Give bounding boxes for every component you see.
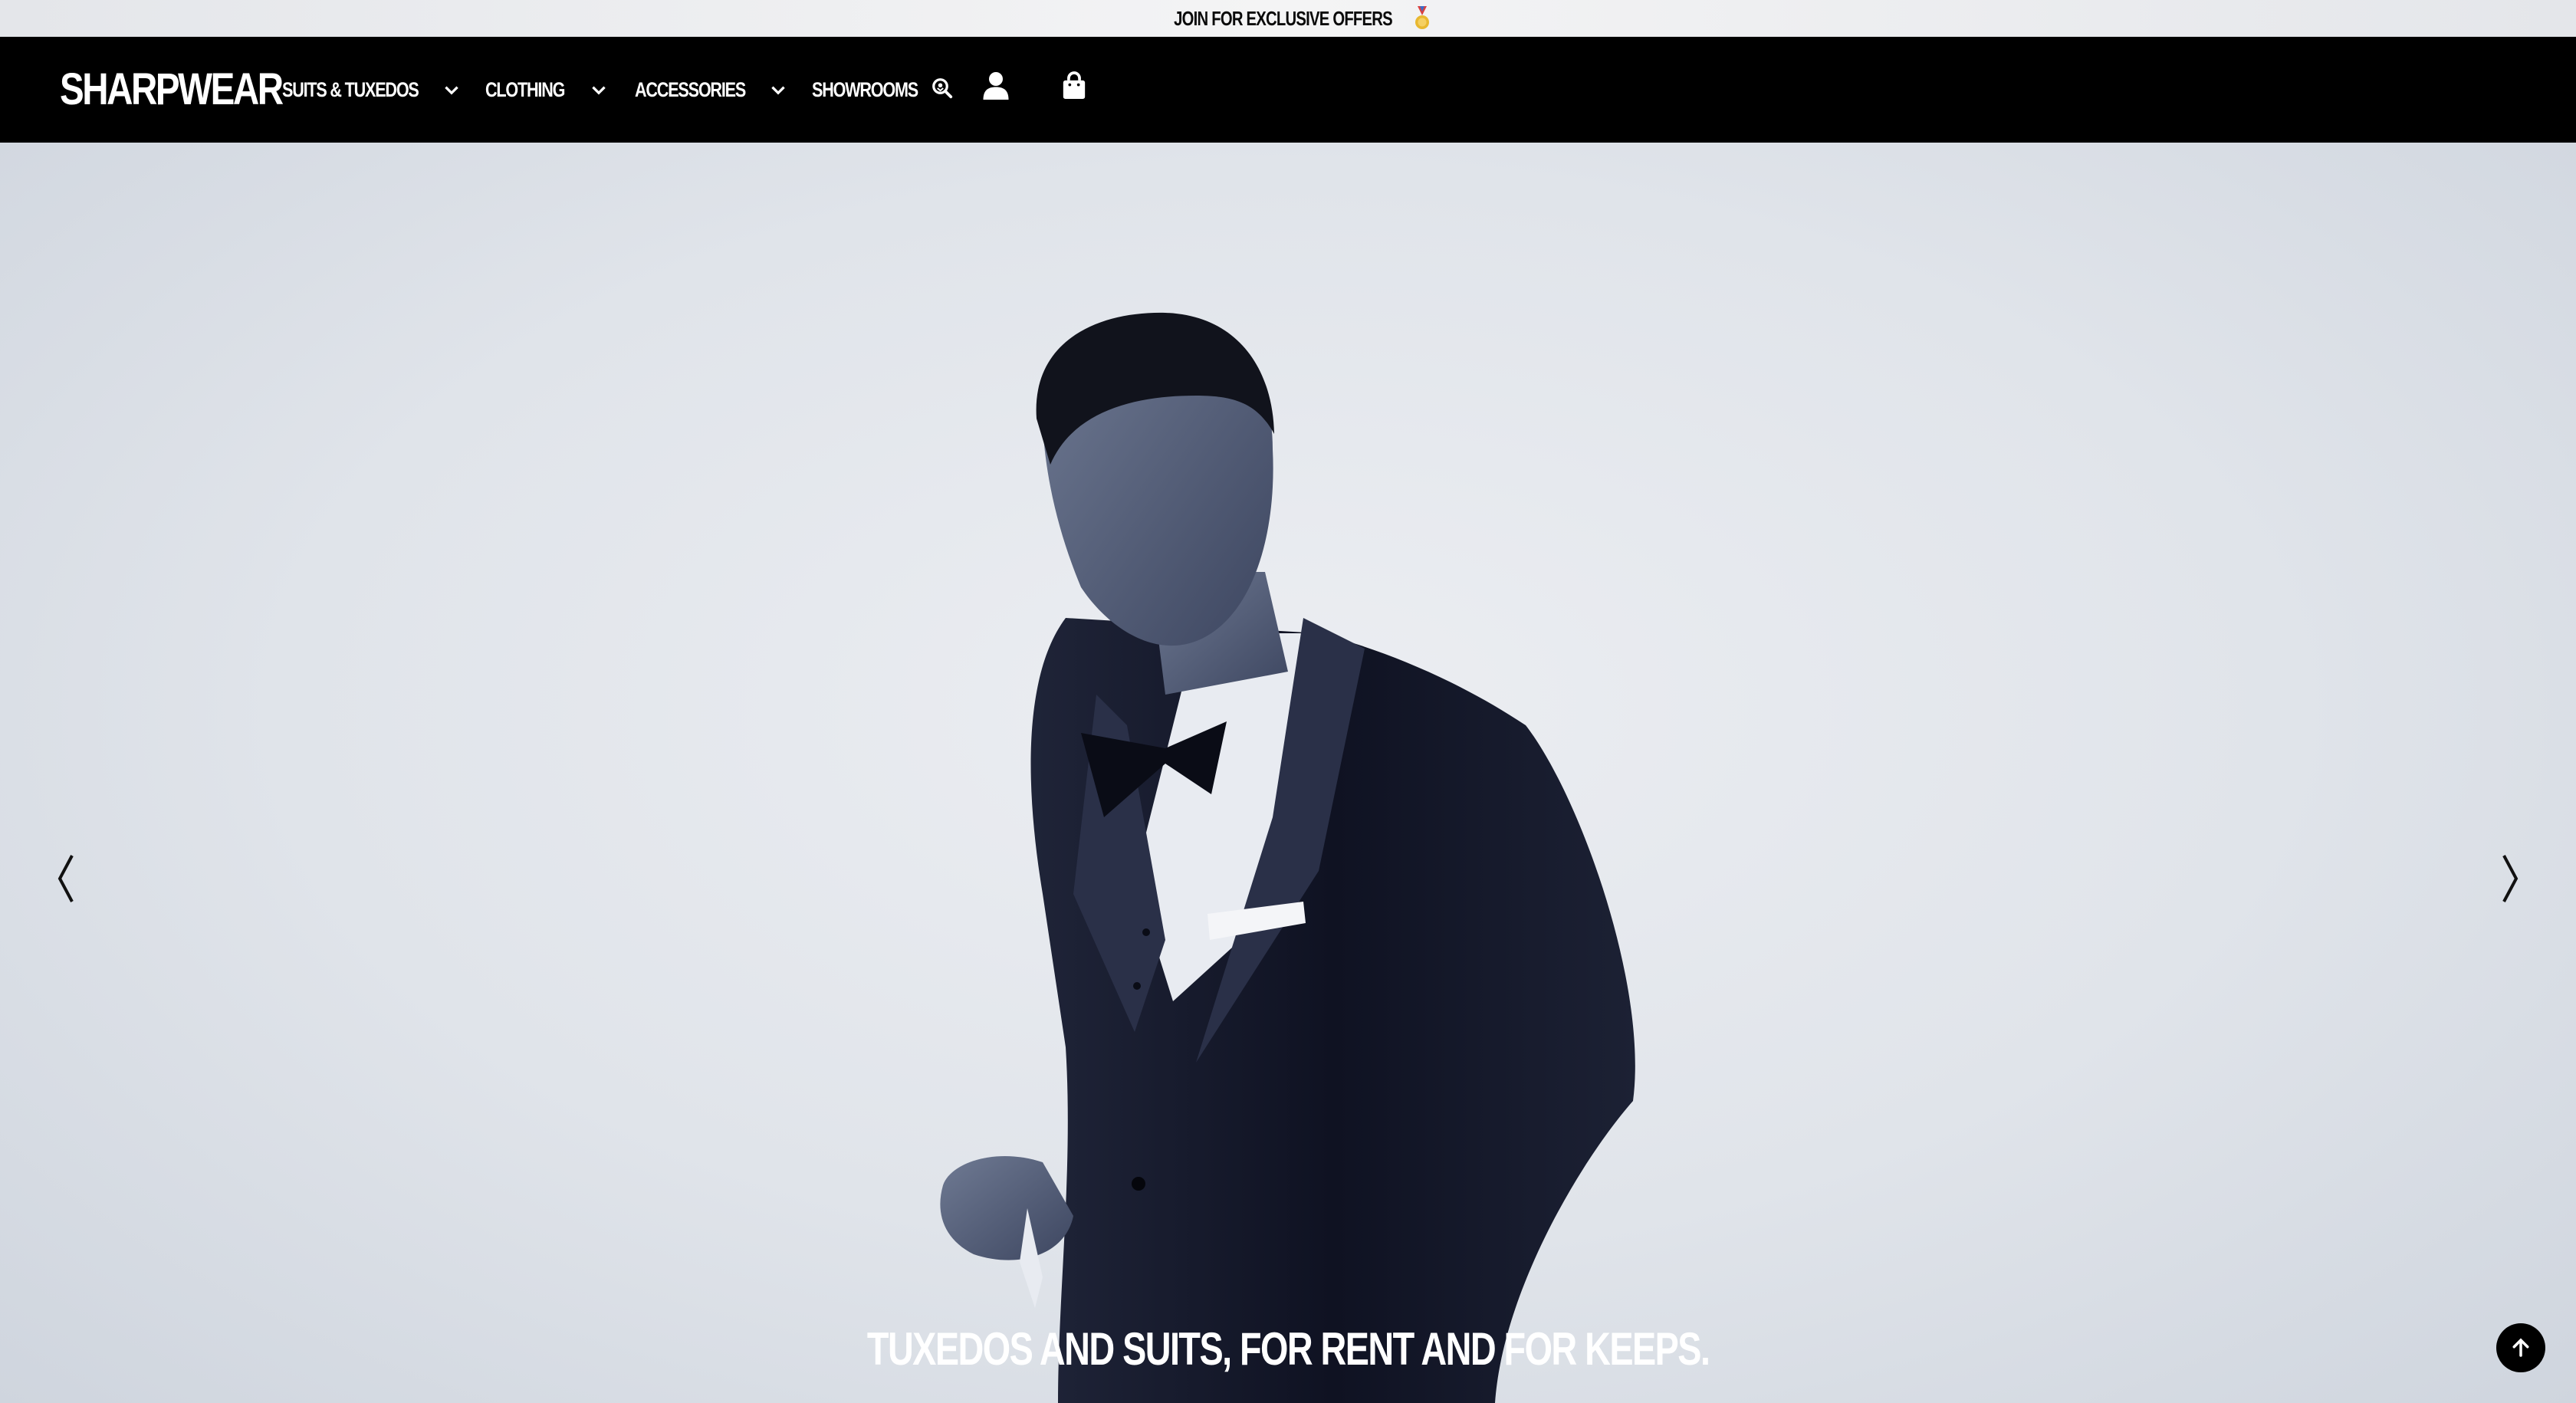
chevron-left-icon[interactable] [41, 848, 87, 909]
hero-title-text: STYLE THAT SUITS YOU [628, 994, 1948, 1175]
site-header: SHARPWEAR SUITS & TUXEDOS CLOTHING ACCES… [0, 37, 2576, 143]
announcement-text[interactable]: JOIN FOR EXCLUSIVE OFFERS [1175, 7, 1394, 31]
announcement-bar[interactable]: JOIN FOR EXCLUSIVE OFFERS [0, 0, 2576, 37]
hero-subtitle-text: TUXEDOS AND SUITS, FOR RENT AND FOR KEEP… [866, 1323, 1710, 1375]
chevron-down-icon [771, 86, 785, 95]
nav-label: SHOWROOMS [812, 78, 918, 101]
nav-suits-tuxedos[interactable]: SUITS & TUXEDOS [282, 78, 462, 102]
hero-title: STYLE THAT SUITS YOU [0, 1004, 2576, 1165]
nav-clothing[interactable]: CLOTHING [485, 78, 609, 102]
scroll-to-top-button[interactable] [2496, 1323, 2545, 1372]
hero-subtitle: TUXEDOS AND SUITS, FOR RENT AND FOR KEEP… [0, 1326, 2576, 1372]
nav-showrooms[interactable]: SHOWROOMS [812, 77, 954, 102]
nav-label: ACCESSORIES [635, 78, 746, 101]
hero-banner [0, 143, 2576, 1403]
shopping-bag-icon[interactable] [1061, 71, 1087, 101]
arrow-up-icon [2512, 1338, 2529, 1357]
medal-icon [1414, 6, 1429, 29]
nav-accessories[interactable]: ACCESSORIES [635, 78, 788, 102]
chevron-down-icon [592, 86, 606, 95]
search-location-icon [932, 77, 952, 98]
nav-label: SUITS & TUXEDOS [282, 78, 419, 101]
account-icon[interactable] [982, 71, 1010, 101]
chevron-right-icon[interactable] [2489, 848, 2535, 909]
chevron-down-icon [445, 86, 458, 95]
hero-model-image [940, 312, 1635, 1403]
nav-label: CLOTHING [485, 78, 565, 101]
site-logo[interactable]: SHARPWEAR [60, 67, 284, 112]
